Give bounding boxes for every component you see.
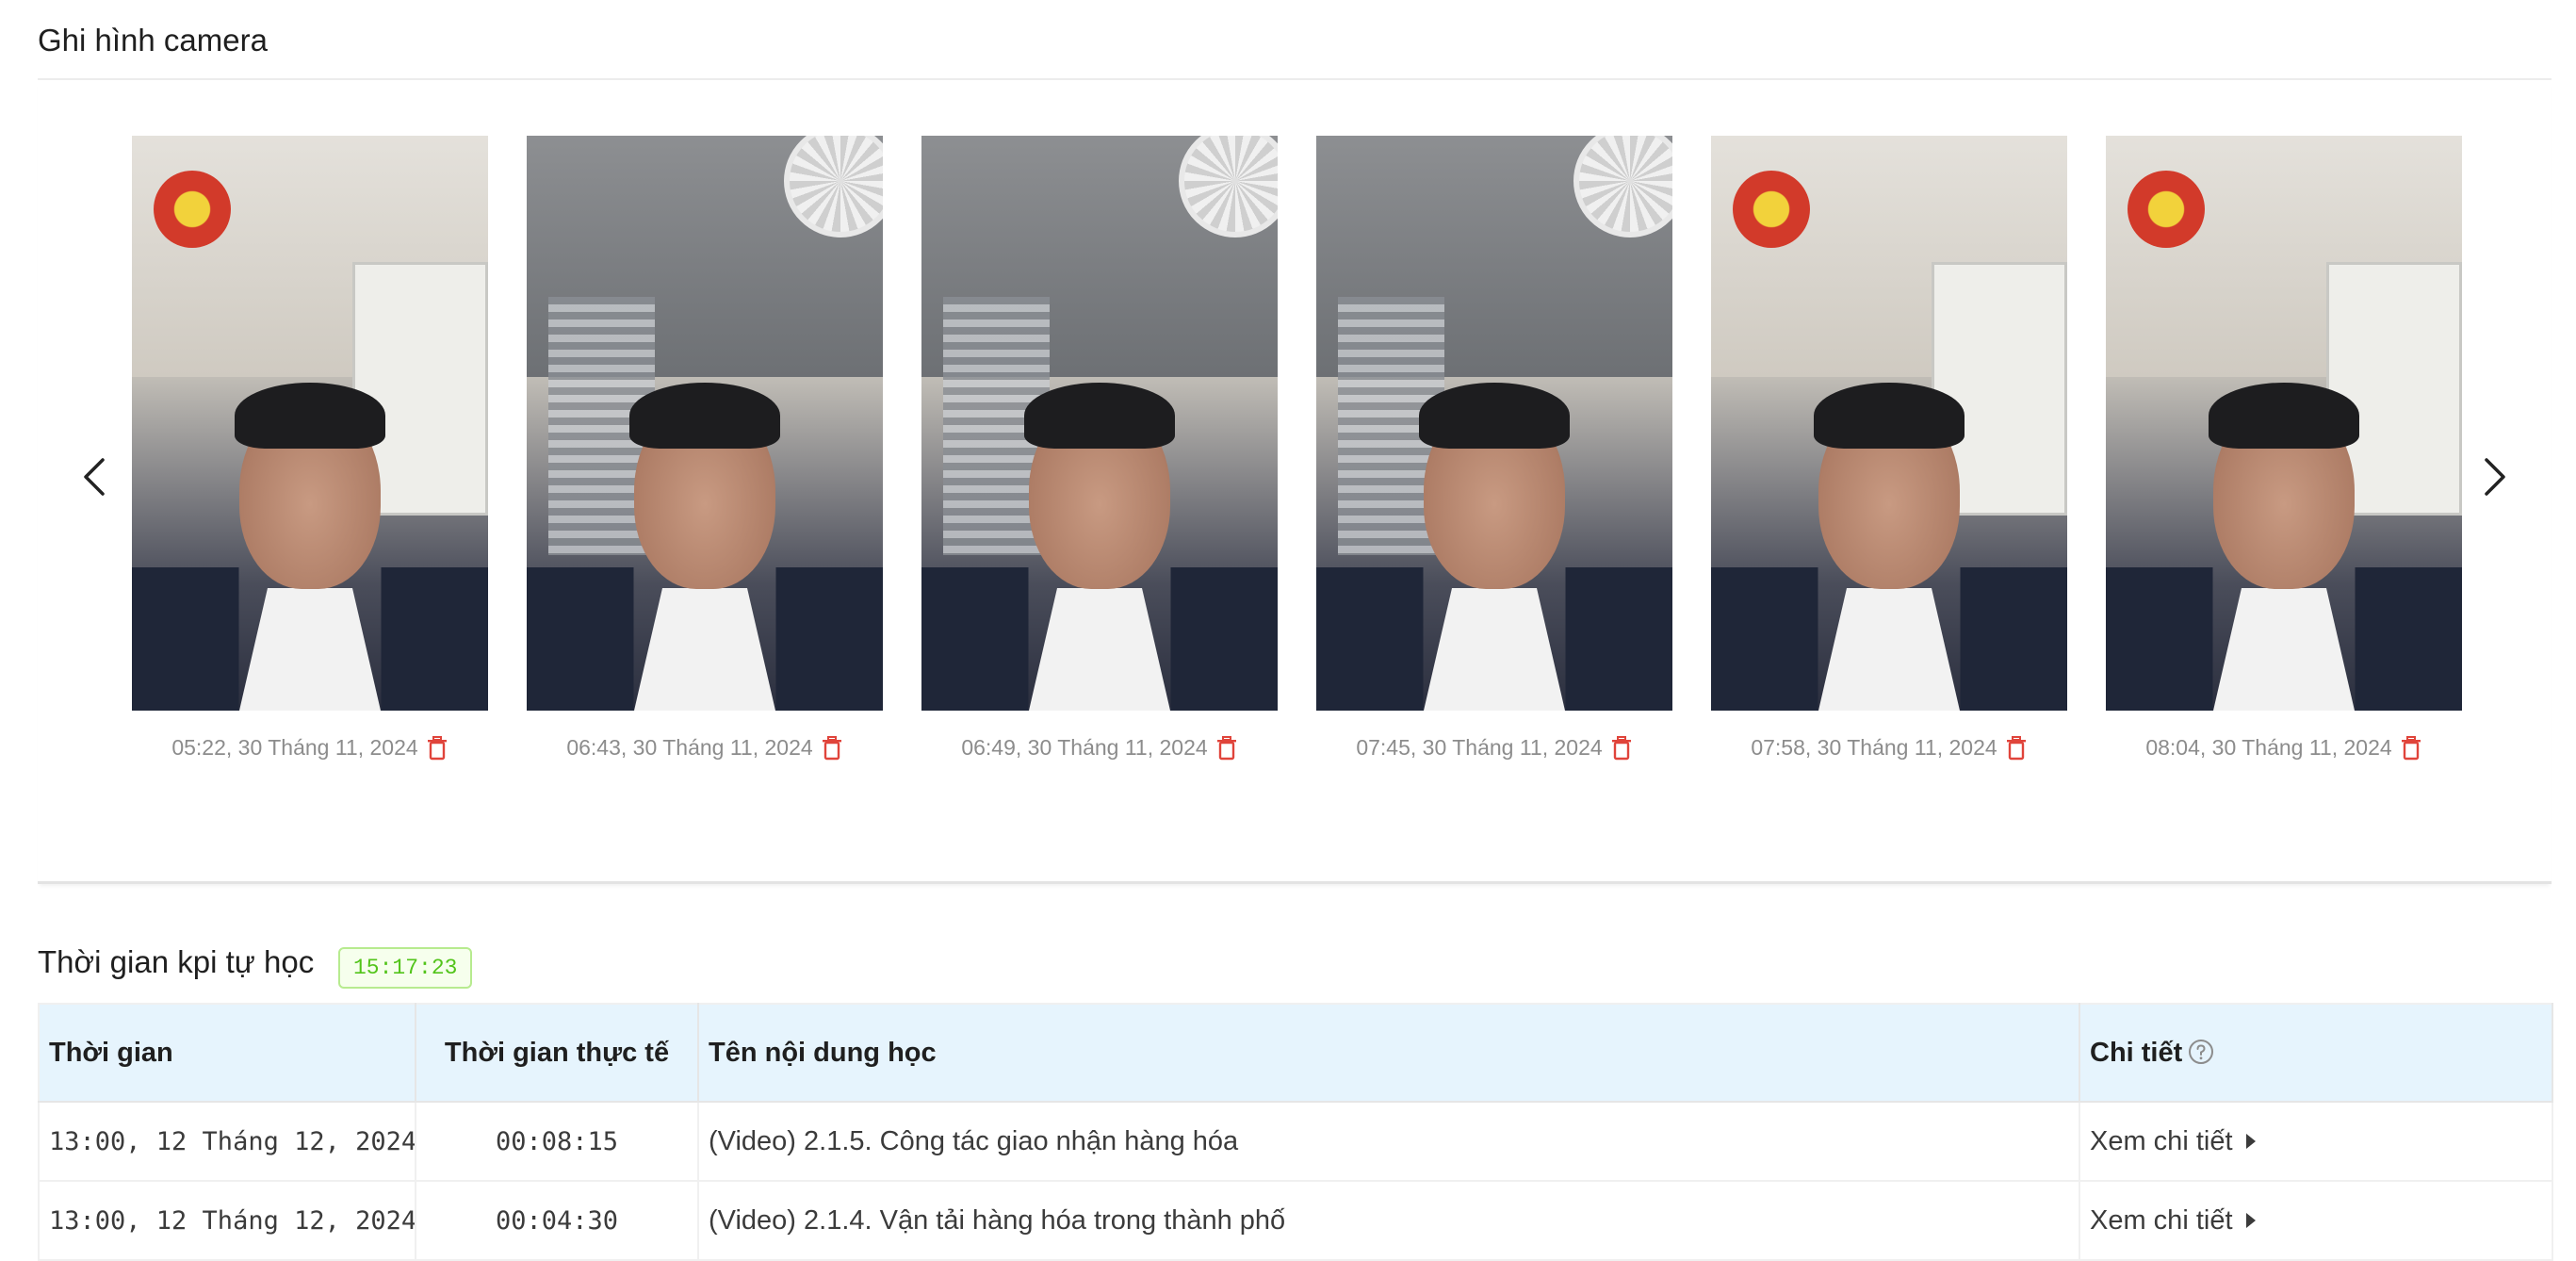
capture-caption: 05:22, 30 Tháng 11, 2024 [132, 735, 488, 761]
cell-content: (Video) 2.1.4. Vận tải hàng hóa trong th… [698, 1181, 2080, 1261]
kpi-section-title: Thời gian kpi tự học [38, 944, 315, 979]
column-header-detail[interactable]: Chi tiết [2079, 1004, 2553, 1103]
capture-timestamp: 08:04, 30 Tháng 11, 2024 [2145, 735, 2392, 760]
table-row: 13:00, 12 Tháng 12, 2024 00:04:30 (Video… [39, 1181, 2553, 1261]
cell-time: 13:00, 12 Tháng 12, 2024 [39, 1102, 416, 1182]
trash-icon[interactable] [2005, 735, 2028, 761]
cell-actual-time: 00:08:15 [416, 1102, 699, 1182]
camera-snapshot-image[interactable] [1711, 136, 2067, 711]
column-header-content[interactable]: Tên nội dung học [698, 1004, 2080, 1103]
cell-detail: Xem chi tiết [2079, 1102, 2553, 1182]
kpi-table: Thời gian Thời gian thực tế Tên nội dung… [38, 1003, 2553, 1261]
capture-timestamp: 06:43, 30 Tháng 11, 2024 [566, 735, 813, 760]
capture-caption: 06:49, 30 Tháng 11, 2024 [921, 735, 1278, 761]
cell-detail: Xem chi tiết [2079, 1181, 2553, 1261]
capture-timestamp: 06:49, 30 Tháng 11, 2024 [961, 735, 1208, 760]
capture-caption: 07:45, 30 Tháng 11, 2024 [1316, 735, 1672, 761]
camera-capture-item[interactable]: 05:22, 30 Tháng 11, 2024 [132, 136, 488, 761]
capture-caption: 08:04, 30 Tháng 11, 2024 [2106, 735, 2462, 761]
trash-icon[interactable] [2400, 735, 2422, 761]
table-row: 13:00, 12 Tháng 12, 2024 00:08:15 (Video… [39, 1102, 2553, 1182]
capture-timestamp: 07:58, 30 Tháng 11, 2024 [1751, 735, 1997, 760]
caret-right-icon [2245, 1134, 2256, 1149]
carousel-prev-button[interactable] [75, 452, 113, 501]
trash-icon[interactable] [1215, 735, 1238, 761]
view-detail-link[interactable]: Xem chi tiết [2090, 1205, 2258, 1236]
cell-content: (Video) 2.1.5. Công tác giao nhận hàng h… [698, 1102, 2080, 1182]
column-header-detail-label: Chi tiết [2090, 1037, 2183, 1068]
camera-snapshot-image[interactable] [132, 136, 488, 711]
view-detail-label: Xem chi tiết [2090, 1204, 2233, 1236]
camera-snapshot-image[interactable] [921, 136, 1278, 711]
chevron-left-icon [84, 458, 105, 496]
kpi-total-badge: 15:17:23 [338, 947, 473, 989]
trash-icon[interactable] [821, 735, 843, 761]
carousel-next-button[interactable] [2476, 452, 2514, 501]
camera-snapshot-image[interactable] [1316, 136, 1672, 711]
capture-timestamp: 05:22, 30 Tháng 11, 2024 [171, 735, 418, 760]
cell-actual-time: 00:04:30 [416, 1181, 699, 1261]
trash-icon[interactable] [426, 735, 448, 761]
capture-caption: 06:43, 30 Tháng 11, 2024 [527, 735, 883, 761]
camera-section-title: Ghi hình camera [38, 23, 268, 57]
column-header-actual-time[interactable]: Thời gian thực tế [416, 1004, 699, 1103]
view-detail-link[interactable]: Xem chi tiết [2090, 1126, 2258, 1157]
caret-right-icon [2245, 1213, 2256, 1228]
question-circle-icon[interactable] [2188, 1039, 2214, 1065]
cell-time: 13:00, 12 Tháng 12, 2024 [39, 1181, 416, 1261]
chevron-right-icon [2485, 458, 2505, 496]
section-divider [38, 78, 2552, 80]
view-detail-label: Xem chi tiết [2090, 1125, 2233, 1156]
table-header-row: Thời gian Thời gian thực tế Tên nội dung… [39, 1004, 2553, 1103]
capture-timestamp: 07:45, 30 Tháng 11, 2024 [1356, 735, 1603, 760]
camera-capture-item[interactable]: 06:43, 30 Tháng 11, 2024 [527, 136, 883, 761]
camera-capture-item[interactable]: 08:04, 30 Tháng 11, 2024 [2106, 136, 2462, 761]
capture-caption: 07:58, 30 Tháng 11, 2024 [1711, 735, 2067, 761]
camera-capture-item[interactable]: 07:58, 30 Tháng 11, 2024 [1711, 136, 2067, 761]
column-header-time[interactable]: Thời gian [39, 1004, 416, 1103]
camera-capture-item[interactable]: 06:49, 30 Tháng 11, 2024 [921, 136, 1278, 761]
camera-snapshot-image[interactable] [527, 136, 883, 711]
camera-capture-item[interactable]: 07:45, 30 Tháng 11, 2024 [1316, 136, 1672, 761]
trash-icon[interactable] [1610, 735, 1633, 761]
camera-snapshot-image[interactable] [2106, 136, 2462, 711]
